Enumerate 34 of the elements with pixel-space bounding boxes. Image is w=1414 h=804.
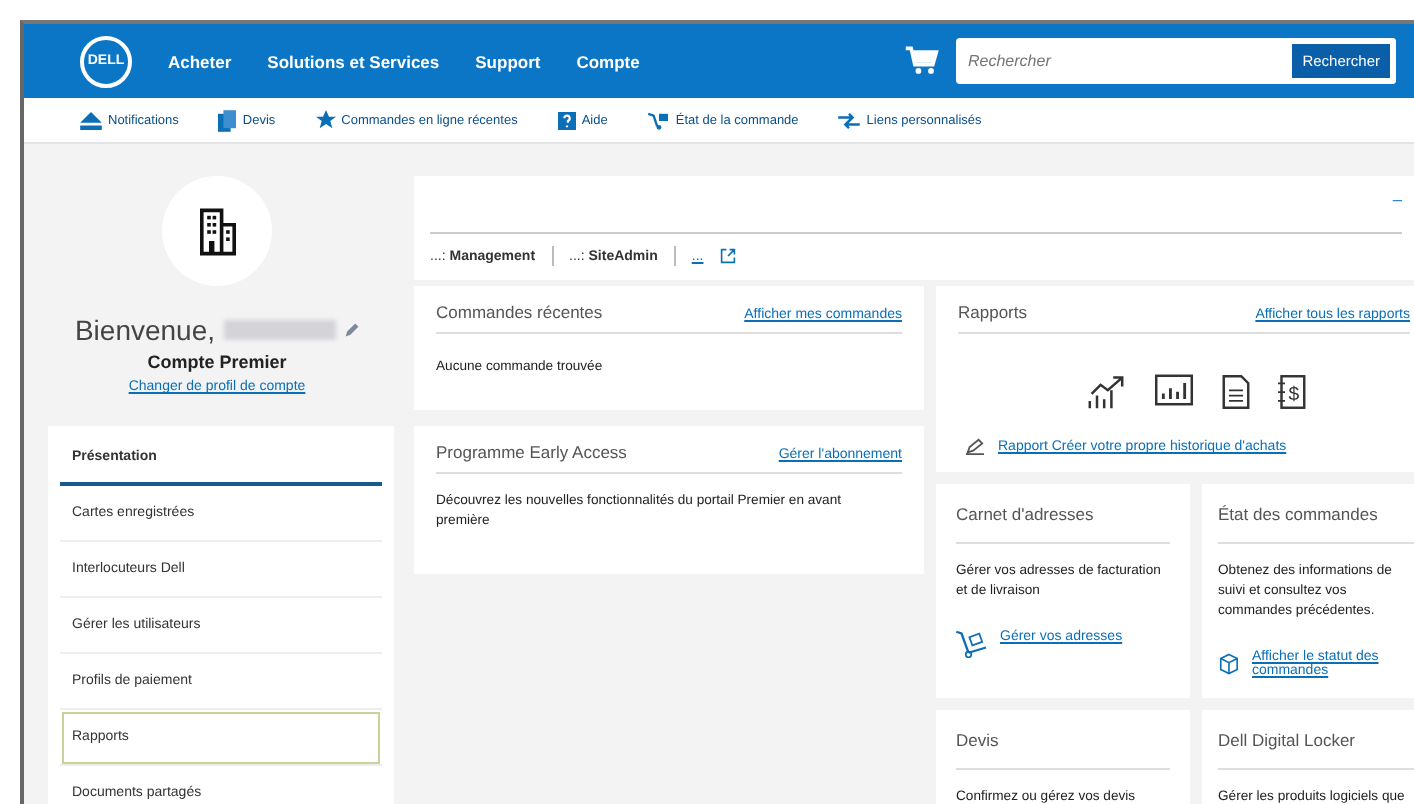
document-icon[interactable]	[1221, 374, 1249, 410]
hand-truck-icon	[647, 111, 670, 129]
external-link-icon	[719, 248, 736, 264]
account-type: Compte Premier	[147, 352, 287, 372]
nav-link[interactable]: Support	[475, 51, 541, 71]
card-title: Dell Digital Locker	[1218, 710, 1414, 770]
invoice-icon[interactable]: $	[1277, 374, 1305, 410]
card-title: Commandes récentes	[436, 302, 603, 322]
arrows-icon	[838, 111, 861, 129]
nav-link[interactable]: Solutions et Services	[267, 51, 440, 71]
star-icon	[315, 110, 336, 130]
card-title: Rapports	[958, 302, 1027, 322]
cart-icon[interactable]	[904, 46, 940, 76]
eject-icon	[80, 111, 102, 129]
growth-chart-icon[interactable]	[1085, 374, 1125, 410]
nav-link[interactable]: Compte	[576, 51, 640, 71]
building-icon	[199, 207, 235, 255]
documents-icon	[218, 109, 237, 131]
box-icon	[1218, 649, 1240, 678]
dollar-sign: $	[1287, 383, 1299, 406]
collapse-mark[interactable]: _	[1393, 184, 1402, 202]
redacted-name	[223, 320, 336, 340]
card-title: Programme Early Access	[436, 441, 627, 462]
pencil-icon[interactable]	[343, 322, 360, 338]
card-title: Devis	[956, 710, 1170, 770]
nav-link[interactable]: Acheter	[168, 51, 232, 71]
welcome-text: Bienvenue,	[74, 314, 216, 346]
card-title: Carnet d'adresses	[956, 484, 1170, 544]
help-icon	[557, 111, 576, 129]
hand-truck-icon	[956, 629, 988, 658]
bar-chart-icon[interactable]	[1153, 374, 1193, 406]
card-title: État des commandes	[1218, 484, 1414, 544]
search-field[interactable]: Rechercher	[956, 38, 1293, 84]
report-edit-icon	[964, 438, 986, 456]
